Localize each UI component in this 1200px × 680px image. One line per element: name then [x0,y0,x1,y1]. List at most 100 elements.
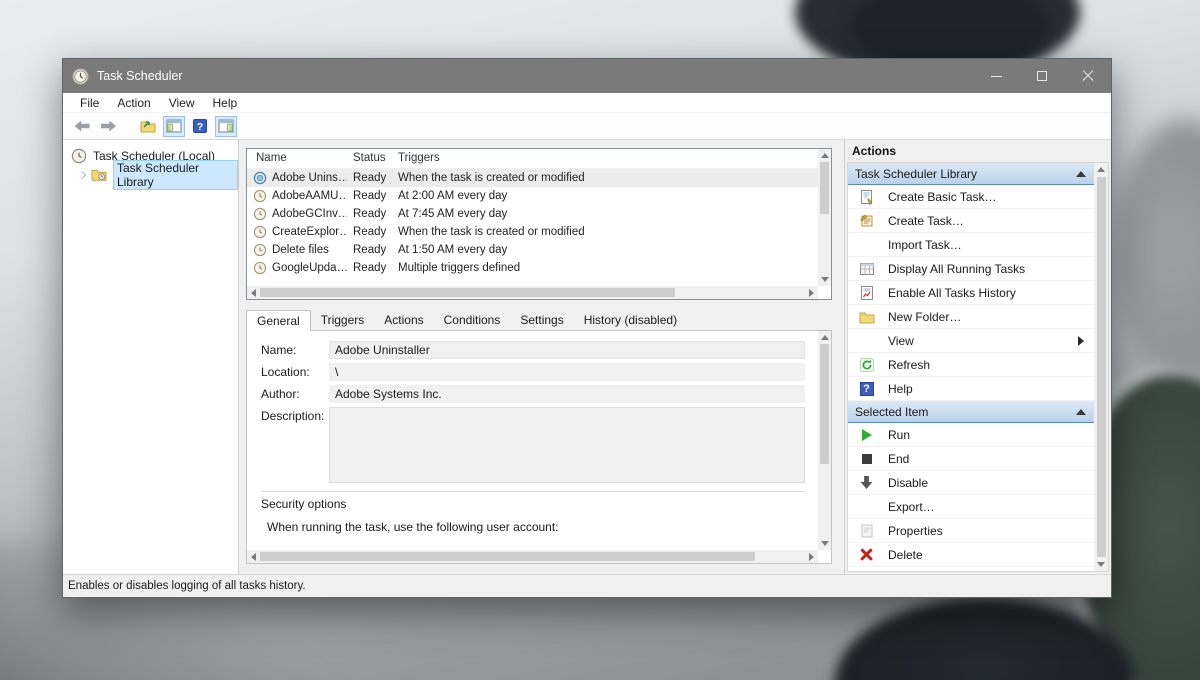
menu-help[interactable]: Help [204,96,247,110]
scroll-right-icon[interactable] [809,289,814,297]
task-triggers: At 7:45 AM every day [392,208,818,220]
scroll-left-icon[interactable] [251,289,256,297]
tab-triggers[interactable]: Triggers [311,310,375,331]
tab-horizontal-scrollbar[interactable] [247,550,818,563]
action-import-task[interactable]: Import Task… [848,233,1094,257]
task-row[interactable]: Delete files Ready At 1:50 AM every day [247,241,831,259]
task-row[interactable]: AdobeAAMU… Ready At 2:00 AM every day [247,187,831,205]
task-name: AdobeAAMU… [272,190,347,202]
column-header-triggers[interactable]: Triggers [392,149,818,168]
tab-history[interactable]: History (disabled) [574,310,687,331]
menu-action[interactable]: Action [108,96,159,110]
help-icon [860,382,874,396]
task-list-vertical-scrollbar[interactable] [818,149,831,286]
task-row[interactable]: AdobeGCInv… Ready At 7:45 AM every day [247,205,831,223]
scroll-down-icon[interactable] [1097,562,1105,567]
up-level-button[interactable] [137,116,159,137]
titlebar[interactable]: Task Scheduler [63,59,1111,93]
name-label: Name: [261,341,329,359]
section-header-label: Task Scheduler Library [855,167,1076,181]
action-delete[interactable]: Delete [848,543,1094,567]
create-task-icon [859,213,875,229]
maximize-icon [1037,71,1047,81]
maximize-button[interactable] [1019,59,1065,93]
action-disable[interactable]: Disable [848,471,1094,495]
action-item-label: Disable [888,476,1084,490]
task-row[interactable]: Adobe Unins… Ready When the task is crea… [247,169,831,187]
action-item-label: New Folder… [888,310,1084,324]
action-help[interactable]: Help [848,377,1094,401]
tab-general[interactable]: General [246,310,311,331]
tab-conditions[interactable]: Conditions [434,310,511,331]
column-header-name[interactable]: Name [247,149,347,168]
scrollbar-thumb[interactable] [820,162,829,214]
scrollbar-thumb[interactable] [1097,177,1106,557]
console-tree-toggle-button[interactable] [163,116,185,137]
action-refresh[interactable]: Refresh [848,353,1094,377]
action-run[interactable]: Run [848,423,1094,447]
action-clipped-row[interactable] [848,567,1094,571]
tree-item-task-scheduler-library[interactable]: Task Scheduler Library [63,165,238,184]
description-field[interactable] [329,407,805,483]
scroll-down-icon[interactable] [821,277,829,282]
back-button[interactable] [71,116,93,137]
menu-view[interactable]: View [160,96,204,110]
scrollbar-thumb[interactable] [820,344,829,464]
actions-section-selected-item-header[interactable]: Selected Item [848,401,1094,423]
task-status: Ready [347,262,392,274]
actions-vertical-scrollbar[interactable] [1094,163,1108,571]
task-clock-icon [253,207,267,221]
menu-file[interactable]: File [71,96,108,110]
name-field[interactable]: Adobe Uninstaller [329,341,805,359]
minimize-button[interactable] [973,59,1019,93]
actions-section-library-header[interactable]: Task Scheduler Library [848,163,1094,185]
scroll-down-icon[interactable] [821,541,829,546]
action-create-basic-task[interactable]: Create Basic Task… [848,185,1094,209]
task-list-horizontal-scrollbar[interactable] [247,286,818,299]
scroll-left-icon[interactable] [251,553,256,561]
action-end[interactable]: End [848,447,1094,471]
scroll-up-icon[interactable] [821,335,829,340]
scrollbar-thumb[interactable] [260,552,755,561]
general-tab-body: Name: Adobe Uninstaller Location: \ Auth… [246,330,832,564]
tab-actions[interactable]: Actions [374,310,433,331]
collapse-icon[interactable] [1076,171,1086,177]
app-clock-icon [72,68,89,85]
task-properties-card: General Triggers Actions Conditions Sett… [246,310,832,564]
task-name: Adobe Unins… [272,172,347,184]
close-button[interactable] [1065,59,1111,93]
column-header-status[interactable]: Status [347,149,392,168]
tab-settings[interactable]: Settings [510,310,573,331]
forward-button[interactable] [97,116,119,137]
scroll-up-icon[interactable] [1097,167,1105,172]
help-toolbar-button[interactable]: ? [189,116,211,137]
scroll-up-icon[interactable] [821,153,829,158]
action-item-label: Run [888,428,1084,442]
action-view[interactable]: View [848,329,1094,353]
task-triggers: When the task is created or modified [392,172,818,184]
action-item-label: Display All Running Tasks [888,262,1084,276]
task-row[interactable]: CreateExplor… Ready When the task is cre… [247,223,831,241]
tab-vertical-scrollbar[interactable] [818,331,831,550]
task-clock-icon [253,261,267,275]
task-row[interactable]: GoogleUpda… Ready Multiple triggers defi… [247,259,831,277]
security-options-text: When running the task, use the following… [261,520,805,534]
expander-icon[interactable] [78,170,86,178]
action-new-folder[interactable]: New Folder… [848,305,1094,329]
action-enable-all-tasks-history[interactable]: Enable All Tasks History [848,281,1094,305]
blank-icon [858,237,875,253]
action-display-all-running-tasks[interactable]: Display All Running Tasks [848,257,1094,281]
action-pane-toggle-button[interactable] [215,116,237,137]
action-export[interactable]: Export… [848,495,1094,519]
action-create-task[interactable]: Create Task… [848,209,1094,233]
refresh-icon [859,357,875,373]
scroll-right-icon[interactable] [809,553,814,561]
task-name: AdobeGCInv… [272,208,347,220]
task-clock-icon [253,171,267,185]
task-name: GoogleUpda… [272,262,347,274]
action-item-label: Properties [888,524,1084,538]
task-triggers: Multiple triggers defined [392,262,818,274]
scrollbar-thumb[interactable] [260,288,675,297]
action-properties[interactable]: Properties [848,519,1094,543]
collapse-icon[interactable] [1076,409,1086,415]
